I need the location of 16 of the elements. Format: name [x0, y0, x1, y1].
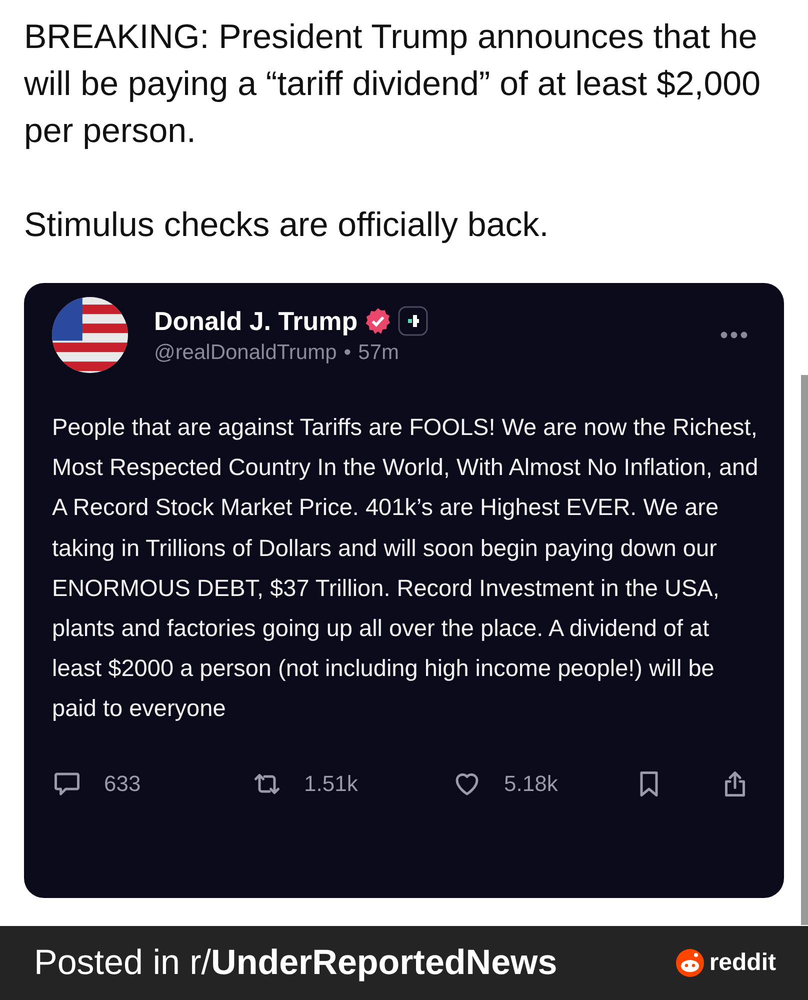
stat-count: 633	[104, 770, 141, 797]
post-time: 57m	[358, 340, 399, 364]
author-handle[interactable]: @realDonaldTrump	[154, 340, 337, 364]
stat-count: 5.18k	[504, 770, 558, 797]
post-text: People that are against Tariffs are FOOLS! We are now the Richest, Most Respected Country In the World, With Almost No Inflation, and A Record Stock Market Price. 401k’s are Highest EVER. We are taking in Trillions of Dollars and will soon begin paying down our ENORMOUS DEBT, $37 Trillion. Record Investment in the USA, plants and factories going up all over the place. A dividend of at least $2000 a person (not including high income people!) will be paid to everyone	[52, 413, 760, 724]
headline-text: Stimulus checks are officially back.	[24, 205, 550, 246]
headline-text: BREAKING: President Trump announces that he will be paying a “tariff dividend” of at least $2,000 per person.	[24, 17, 762, 152]
stat-count: 1.51k	[304, 770, 358, 797]
separator: •	[344, 340, 352, 364]
plus-icon[interactable]	[398, 306, 428, 336]
robot-logo-icon	[675, 948, 706, 978]
brand-name: reddit	[709, 949, 776, 977]
subreddit-credit: Posted in r/UnderReportedNews	[34, 943, 558, 983]
scrollbar[interactable]	[801, 375, 808, 925]
author-name[interactable]: Donald J. Trump	[154, 306, 358, 336]
more-options-icon[interactable]	[720, 331, 748, 339]
